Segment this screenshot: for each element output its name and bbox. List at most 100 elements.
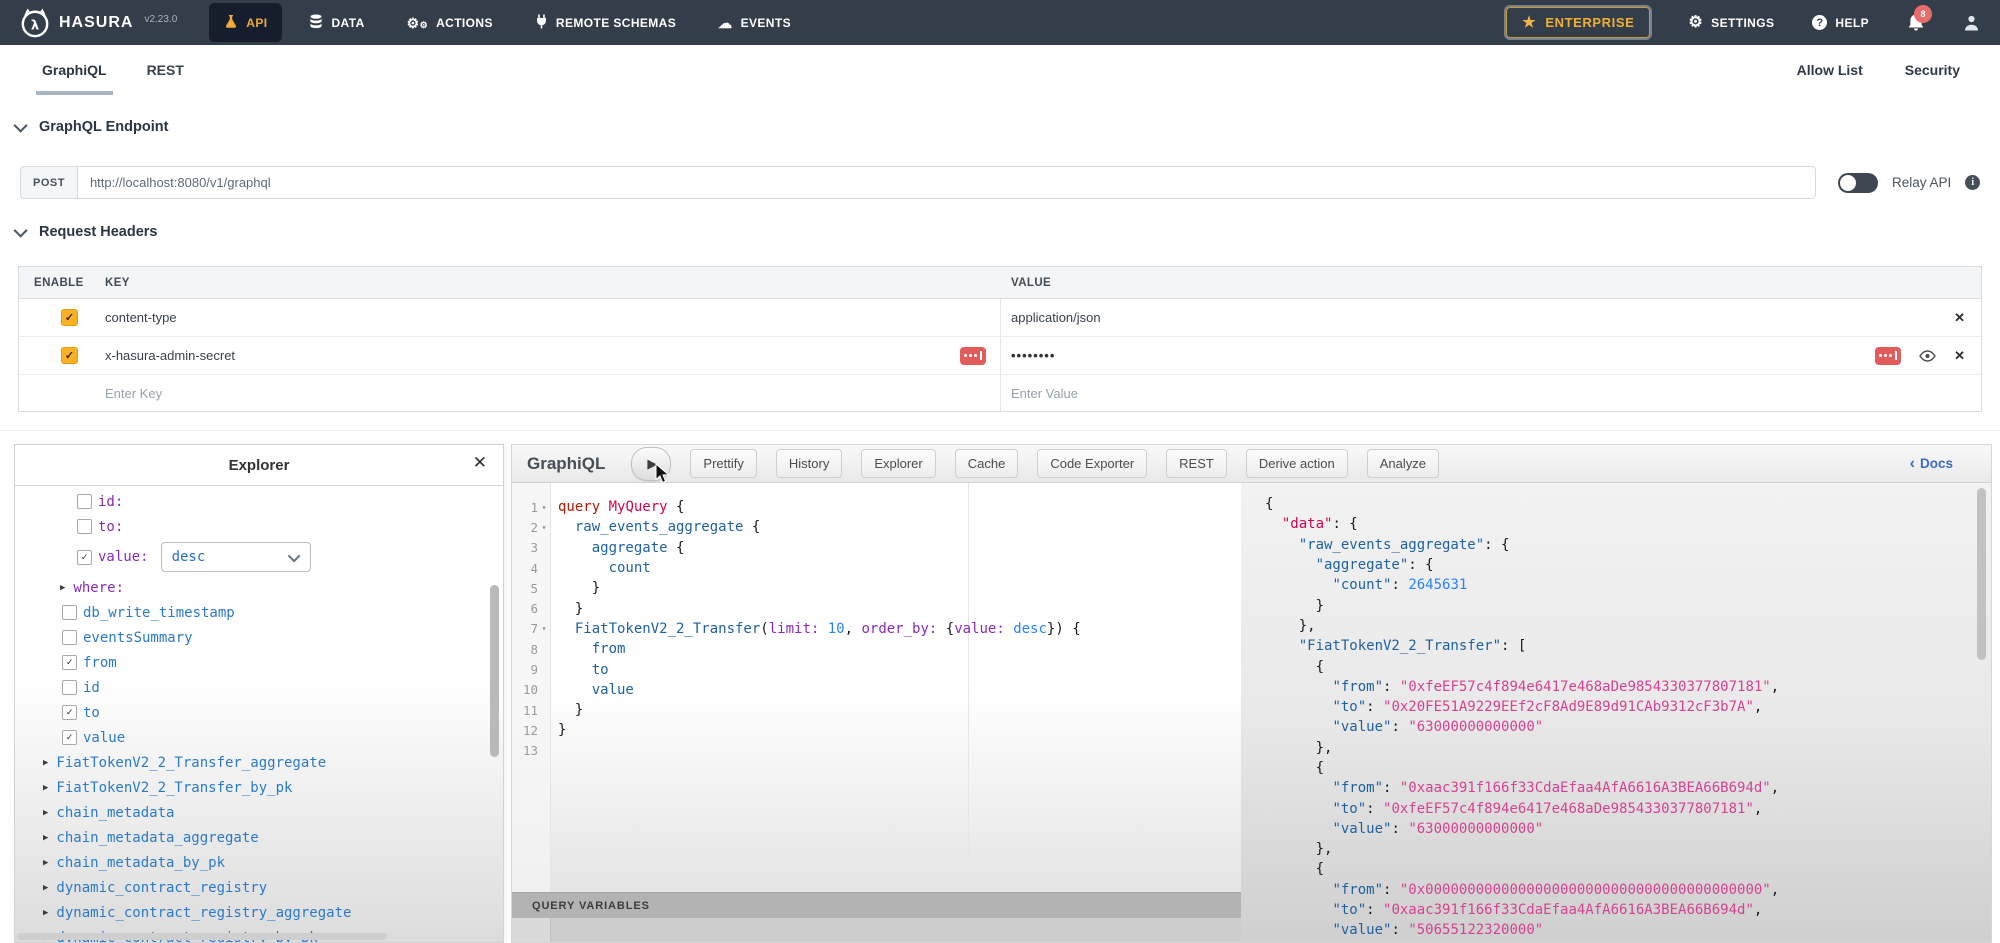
header-key-cell[interactable]: x-hasura-admin-secret [105, 348, 235, 363]
explorer-checkbox[interactable] [62, 705, 77, 720]
explorer-checkbox[interactable] [62, 605, 77, 620]
result-code-line: "value": "63000000000000" [1257, 819, 1975, 839]
admin-secret-badge [1875, 347, 1901, 365]
explorer-item-from[interactable]: from [15, 650, 503, 675]
toolbar-button-rest[interactable]: REST [1166, 449, 1227, 478]
nav-tab-data[interactable]: DATA [294, 3, 379, 42]
settings-button[interactable]: ⚙ SETTINGS [1688, 15, 1774, 31]
graphiql-workbench: Explorer ✕ id:to:value:desc▶where:db_wri… [0, 430, 2000, 943]
explorer-checkbox[interactable] [77, 519, 92, 534]
brand-name: HASURA [59, 14, 133, 32]
tree-arrow-icon[interactable]: ▶ [60, 583, 65, 593]
fold-arrow-icon[interactable]: ▾ [538, 503, 550, 512]
notifications-button[interactable]: 8 [1907, 13, 1925, 33]
explorer-item-to[interactable]: to [15, 700, 503, 725]
docs-link[interactable]: ‹ Docs [1910, 455, 1953, 473]
enterprise-button[interactable]: ★ ENTERPRISE [1506, 7, 1650, 38]
tree-arrow-icon[interactable]: ▶ [43, 908, 48, 918]
explorer-item-chain_metadata_by_pk[interactable]: ▶chain_metadata_by_pk [15, 850, 503, 875]
account-button[interactable] [1963, 14, 1980, 32]
fold-arrow-icon[interactable]: ▾ [538, 523, 550, 532]
query-code-line: 13 [512, 741, 1239, 761]
toolbar-button-prettify[interactable]: Prettify [690, 449, 756, 478]
query-variables-editor[interactable] [512, 918, 1241, 942]
nav-tab-actions[interactable]: ⚙⚙ ACTIONS [392, 3, 508, 42]
tab-graphiql[interactable]: GraphiQL [40, 45, 109, 95]
tree-arrow-icon[interactable]: ▶ [43, 808, 48, 818]
query-editor[interactable]: 1▾query MyQuery {2▾ raw_events_aggregate… [512, 483, 1241, 942]
security-link[interactable]: Security [1905, 62, 1960, 78]
tree-arrow-icon[interactable]: ▶ [43, 833, 48, 843]
toolbar-button-history[interactable]: History [776, 449, 842, 478]
explorer-scrollbar[interactable] [490, 585, 499, 757]
toolbar-button-analyze[interactable]: Analyze [1367, 449, 1439, 478]
toolbar-button-derive-action[interactable]: Derive action [1246, 449, 1348, 478]
explorer-item-id[interactable]: id [15, 675, 503, 700]
info-icon[interactable]: i [1965, 175, 1980, 190]
toolbar-button-cache[interactable]: Cache [955, 449, 1019, 478]
header-key-cell[interactable]: content-type [105, 310, 177, 325]
endpoint-url-input[interactable] [77, 166, 1816, 199]
request-headers-section-toggle[interactable]: Request Headers [17, 224, 157, 240]
result-code-line: "count": 2645631 [1257, 575, 1975, 595]
explorer-checkbox[interactable] [62, 680, 77, 695]
endpoint-section-toggle[interactable]: GraphQL Endpoint [17, 119, 168, 135]
nav-tab-remote-schemas[interactable]: REMOTE SCHEMAS [520, 3, 691, 42]
explorer-item-dynamic_contract_registry[interactable]: ▶dynamic_contract_registry [15, 875, 503, 900]
explorer-item-eventsSummary[interactable]: eventsSummary [15, 625, 503, 650]
query-code-line: 12} [512, 720, 1239, 740]
explorer-item-db_write_timestamp[interactable]: db_write_timestamp [15, 600, 503, 625]
remove-header-button[interactable]: ✕ [1954, 349, 1965, 362]
sub-nav-links: Allow List Security [1797, 45, 1960, 95]
close-icon[interactable]: ✕ [473, 454, 487, 471]
explorer-checkbox[interactable] [77, 550, 92, 565]
explorer-item-to[interactable]: to: [15, 514, 503, 539]
explorer-item-value[interactable]: value [15, 725, 503, 750]
execute-query-button[interactable]: ▶ [631, 447, 671, 481]
nav-tab-label: DATA [331, 16, 364, 30]
enable-checkbox[interactable] [61, 347, 78, 364]
explorer-horizontal-scrollbar[interactable] [17, 933, 387, 940]
explorer-item-FiatTokenV2_2_Transfer_aggregate[interactable]: ▶FiatTokenV2_2_Transfer_aggregate [15, 750, 503, 775]
explorer-item-dynamic_contract_registry_aggregate[interactable]: ▶dynamic_contract_registry_aggregate [15, 900, 503, 925]
tree-arrow-icon[interactable]: ▶ [43, 758, 48, 768]
explorer-checkbox[interactable] [62, 655, 77, 670]
toolbar-button-code-exporter[interactable]: Code Exporter [1037, 449, 1147, 478]
explorer-item-chain_metadata[interactable]: ▶chain_metadata [15, 800, 503, 825]
reveal-secret-eye-icon[interactable] [1919, 350, 1936, 362]
hasura-logo[interactable]: λ HASURA v2.23.0 [20, 7, 177, 39]
tree-arrow-icon[interactable]: ▶ [43, 883, 48, 893]
explorer-item-chain_metadata_aggregate[interactable]: ▶chain_metadata_aggregate [15, 825, 503, 850]
nav-tab-api[interactable]: API [209, 3, 282, 42]
explorer-item-FiatTokenV2_2_Transfer_by_pk[interactable]: ▶FiatTokenV2_2_Transfer_by_pk [15, 775, 503, 800]
tree-arrow-icon[interactable]: ▶ [43, 858, 48, 868]
result-code-line: "raw_events_aggregate": { [1257, 535, 1975, 555]
toolbar-button-explorer[interactable]: Explorer [861, 449, 935, 478]
new-header-key-input[interactable]: Enter Key [105, 386, 162, 401]
explorer-item-id[interactable]: id: [15, 489, 503, 514]
order-by-dropdown[interactable]: desc [161, 542, 311, 572]
new-header-value-input[interactable]: Enter Value [1011, 386, 1078, 401]
masked-secret-value[interactable]: •••••••• [1011, 348, 1055, 363]
query-variables-label: QUERY VARIABLES [532, 900, 650, 912]
tree-arrow-icon[interactable]: ▶ [43, 783, 48, 793]
explorer-checkbox[interactable] [62, 730, 77, 745]
fold-arrow-icon[interactable]: ▾ [538, 624, 550, 633]
explorer-checkbox[interactable] [77, 494, 92, 509]
results-scrollbar[interactable] [1977, 488, 1986, 660]
query-variables-bar[interactable]: QUERY VARIABLES [512, 892, 1241, 918]
help-button[interactable]: ? HELP [1812, 15, 1869, 30]
explorer-item-where[interactable]: ▶where: [15, 575, 503, 600]
query-code-line: 4 count [512, 558, 1239, 578]
explorer-checkbox[interactable] [62, 630, 77, 645]
result-code-line: "to": "0xfeEF57c4f894e6417e468aDe9854330… [1257, 798, 1975, 818]
header-value-cell[interactable]: application/json [1011, 310, 1101, 325]
explorer-item-value[interactable]: value:desc [15, 539, 503, 575]
nav-tab-events[interactable]: ☁ EVENTS [703, 3, 806, 42]
tab-rest[interactable]: REST [145, 45, 186, 95]
allow-list-link[interactable]: Allow List [1797, 62, 1863, 78]
remove-header-button[interactable]: ✕ [1954, 311, 1965, 324]
enable-checkbox[interactable] [61, 309, 78, 326]
relay-api-toggle[interactable] [1838, 173, 1878, 193]
result-code-line: { [1257, 656, 1975, 676]
